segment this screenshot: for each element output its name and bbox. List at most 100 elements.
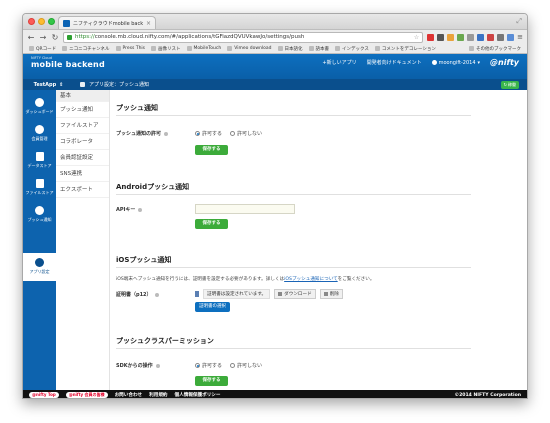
download-button[interactable]: ダウンロード (274, 289, 316, 299)
sidebar-item-app-settings[interactable]: アプリ設定 (23, 253, 56, 281)
bookmark-label: MobileTouch (193, 46, 222, 51)
bookmark-icon (227, 46, 233, 51)
nifty-logo[interactable]: @nifty (490, 58, 519, 67)
api-key-input[interactable] (195, 204, 295, 214)
extension-icon[interactable] (457, 33, 465, 41)
android-save-button[interactable]: 保存する (195, 219, 228, 229)
bookmark-icon (29, 46, 34, 51)
extension-icon[interactable] (507, 33, 515, 41)
other-bookmarks-label: その他のブックマーク (476, 46, 521, 52)
select-cert-button[interactable]: 証明書の選択 (195, 302, 230, 312)
subnav-item-export[interactable]: エクスポート (56, 182, 109, 198)
other-bookmarks[interactable]: その他のブックマーク (469, 46, 521, 52)
main-sidebar: ダッシュボード 会員管理 データストア ファイルストア プッシュ通知 アプリ設定 (23, 90, 56, 390)
tab-strip: ニフティクラウドmobile backend × ⤢ (23, 14, 527, 29)
delete-label: 削除 (329, 292, 339, 297)
permission-save-button[interactable]: 保存する (195, 376, 228, 386)
bookmark-item[interactable]: インデックス (335, 46, 369, 52)
delete-button[interactable]: 削除 (319, 289, 343, 299)
bookmark-item[interactable]: QRコード (29, 46, 56, 52)
sidebar-item-datastore[interactable]: データストア (23, 152, 56, 169)
extension-icon[interactable] (427, 33, 435, 41)
bookmark-item[interactable]: 日本語化 (277, 46, 303, 52)
bookmark-item[interactable]: 語本書 (308, 46, 329, 52)
sidebar-item-dashboard[interactable]: ダッシュボード (23, 98, 56, 115)
bookmark-item[interactable]: コメントをデコレーション (374, 46, 436, 52)
folder-icon (469, 46, 474, 51)
zoom-window-button[interactable] (48, 18, 55, 25)
contact-link[interactable]: お問い合わせ (115, 392, 143, 398)
bookmark-icon (115, 46, 121, 51)
menu-icon[interactable]: ≡ (517, 33, 523, 41)
help-icon[interactable] (164, 131, 169, 136)
nifty-top-link[interactable]: @nifty Top (29, 392, 59, 398)
back-icon[interactable]: ← (27, 33, 35, 42)
bookmark-item[interactable]: MobileTouch (186, 46, 222, 51)
bookmark-item[interactable]: Vimeo download (227, 46, 272, 51)
url-path: console.mb.cloud.nifty.com/#/application… (94, 34, 305, 40)
subnav-item-push[interactable]: プッシュ通知 (56, 102, 109, 118)
help-icon[interactable] (154, 292, 159, 297)
trash-icon (323, 292, 328, 296)
sidebar-item-filestore[interactable]: ファイルストア (23, 179, 56, 196)
sidebar-label: 会員管理 (31, 136, 48, 141)
divider (116, 348, 471, 349)
push-allow-off-radio[interactable]: 許可しない (230, 130, 262, 137)
subnav-item-sns[interactable]: SNS連携 (56, 166, 109, 182)
subnav-item-auth[interactable]: 会員認証設定 (56, 150, 109, 166)
sidebar-label: プッシュ通知 (27, 217, 52, 222)
chat-bubble-icon (35, 206, 44, 215)
extension-icon[interactable] (477, 33, 485, 41)
bookmark-item[interactable]: 画像リスト (151, 46, 181, 52)
bookmark-item[interactable]: Press This (115, 46, 146, 51)
new-app-link[interactable]: +新しいアプリ (322, 59, 356, 66)
push-allow-on-radio[interactable]: 許可する (195, 130, 222, 137)
sidebar-item-push[interactable]: プッシュ通知 (23, 206, 56, 223)
brand-logo[interactable]: NIFTY Cloud mobile backend (31, 56, 105, 69)
docs-link[interactable]: 開発者向けドキュメント (367, 59, 422, 66)
app-selector[interactable]: TestApp ⇕ (23, 82, 74, 88)
ios-help-link[interactable]: iOSプッシュ通知について (284, 277, 338, 282)
extension-icon[interactable] (467, 33, 475, 41)
help-icon[interactable] (155, 363, 160, 368)
nifty-members-link[interactable]: @nifty 会員の皆様 (65, 392, 108, 398)
browser-tab[interactable]: ニフティクラウドmobile backend × (58, 16, 156, 29)
push-save-button[interactable]: 保存する (195, 145, 228, 155)
help-icon[interactable] (138, 207, 143, 212)
radio-icon (195, 363, 200, 368)
privacy-link[interactable]: 個人情報保護ポリシー (175, 392, 221, 398)
terms-link[interactable]: 利用規約 (149, 392, 167, 398)
favicon-icon (63, 19, 70, 27)
extension-icon[interactable] (437, 33, 445, 41)
extension-icons: ≡ (427, 33, 523, 41)
subnav-item-collaborator[interactable]: コラボレータ (56, 134, 109, 150)
browser-toolbar: ← → ↻ https://console.mb.cloud.nifty.com… (23, 29, 527, 44)
extension-icon[interactable] (487, 33, 495, 41)
bookmark-star-icon[interactable]: ☆ (414, 34, 419, 41)
sdk-allow-on-radio[interactable]: 許可する (195, 362, 222, 369)
sidebar-item-members[interactable]: 会員管理 (23, 125, 56, 142)
tab-close-icon[interactable]: × (146, 20, 151, 27)
user-icon (431, 60, 437, 65)
ios-note-tail: をご覧ください。 (337, 277, 375, 282)
subnav-item-basic[interactable]: 基本 (56, 90, 109, 102)
bookmark-label: Press This (122, 46, 146, 51)
breadcrumb: アプリ設定：プッシュ通知 (74, 81, 149, 88)
minimize-window-button[interactable] (38, 18, 45, 25)
fullscreen-icon[interactable]: ⤢ (516, 17, 522, 26)
url-text: https://console.mb.cloud.nifty.com/#/app… (75, 34, 304, 40)
subnav-item-filestore[interactable]: ファイルストア (56, 118, 109, 134)
address-bar[interactable]: https://console.mb.cloud.nifty.com/#/app… (63, 31, 424, 43)
extension-icon[interactable] (447, 33, 455, 41)
refresh-icon: ↻ (503, 82, 507, 87)
close-window-button[interactable] (28, 18, 35, 25)
user-menu[interactable]: moongift-2014 ▾ (431, 60, 480, 66)
sdk-allow-off-radio[interactable]: 許可しない (230, 362, 262, 369)
bookmark-item[interactable]: ニコニコチャンネル (62, 46, 110, 52)
forward-icon[interactable]: → (39, 33, 47, 42)
extension-icon[interactable] (497, 33, 505, 41)
status-text: 稼働 (508, 81, 516, 87)
sub-header: TestApp ⇕ アプリ設定：プッシュ通知 ↻ 稼働 (23, 79, 527, 90)
reload-icon[interactable]: ↻ (51, 33, 59, 42)
status-badge: ↻ 稼働 (500, 80, 519, 89)
